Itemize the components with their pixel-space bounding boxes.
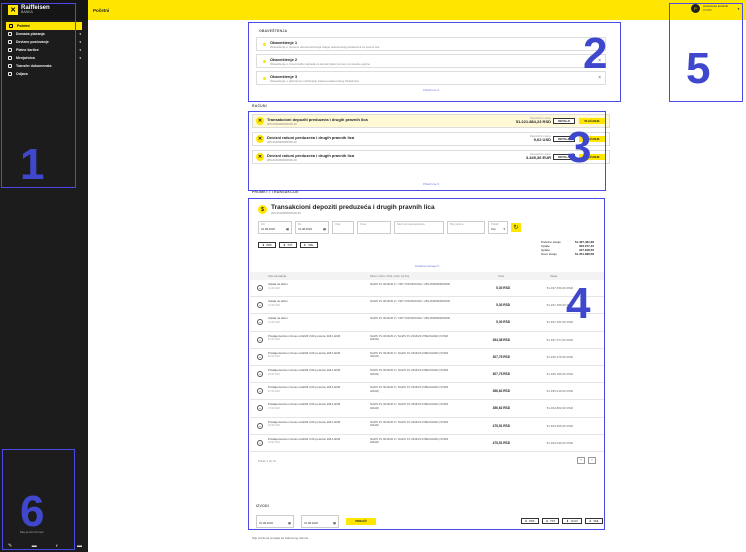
accounts-title: RAČUNI (252, 104, 267, 108)
annotation-number-4: 4 (566, 279, 591, 328)
annotation-number-1: 1 (20, 140, 45, 189)
annotation-box-2 (248, 22, 621, 102)
footnote: Nije izvršena prodaja sa izabranog račun… (252, 536, 309, 540)
page-title: Početni (93, 7, 110, 13)
annotation-box-4 (248, 198, 605, 530)
chevron-down-icon: ▾ (79, 56, 81, 60)
annotation-number-2: 2 (583, 29, 608, 78)
annotation-number-5: 5 (686, 44, 711, 93)
annotation-number-3: 3 (567, 123, 592, 172)
menu-icon[interactable]: ▬ (77, 543, 82, 549)
annotation-box-3 (248, 111, 606, 191)
annotation-number-6: 6 (20, 487, 45, 536)
chevron-down-icon: ▾ (79, 32, 81, 36)
chevron-down-icon: ▾ (79, 40, 81, 44)
chevron-down-icon: ▾ (79, 48, 81, 52)
top-bar: Početni P preduzeće korisnik PL005 ▼ (88, 0, 746, 20)
